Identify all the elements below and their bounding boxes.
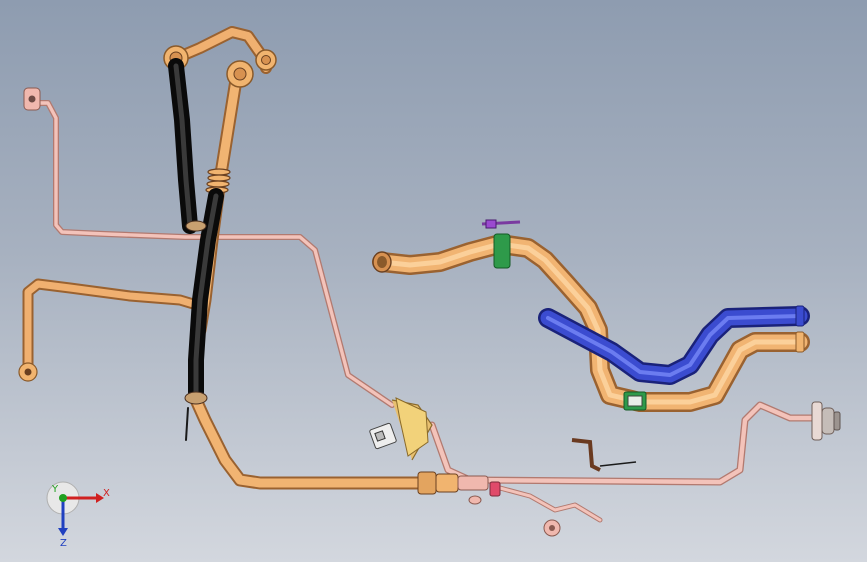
black-hose-group[interactable] — [168, 58, 224, 441]
coupling-bottom[interactable] — [417, 471, 489, 495]
sensor-bracket-center[interactable] — [369, 397, 433, 461]
axis-triad[interactable]: X Y Z — [46, 481, 110, 549]
cad-viewport[interactable]: X Y Z — [0, 0, 867, 562]
pipe-assembly-scene[interactable]: X Y Z — [0, 0, 867, 562]
flange-fitting-right[interactable] — [811, 401, 841, 441]
hose-clamp-bottom[interactable] — [184, 391, 208, 405]
pink-line-group[interactable] — [23, 87, 841, 523]
pink-line-lower[interactable] — [428, 401, 824, 486]
hose-end-right[interactable] — [795, 331, 805, 353]
axis-label-y: Y — [51, 484, 59, 495]
green-clamp-bottom[interactable] — [623, 391, 647, 411]
axis-label-x: X — [103, 488, 110, 499]
axis-label-z: Z — [60, 538, 67, 549]
small-bracket-right[interactable] — [571, 438, 637, 472]
